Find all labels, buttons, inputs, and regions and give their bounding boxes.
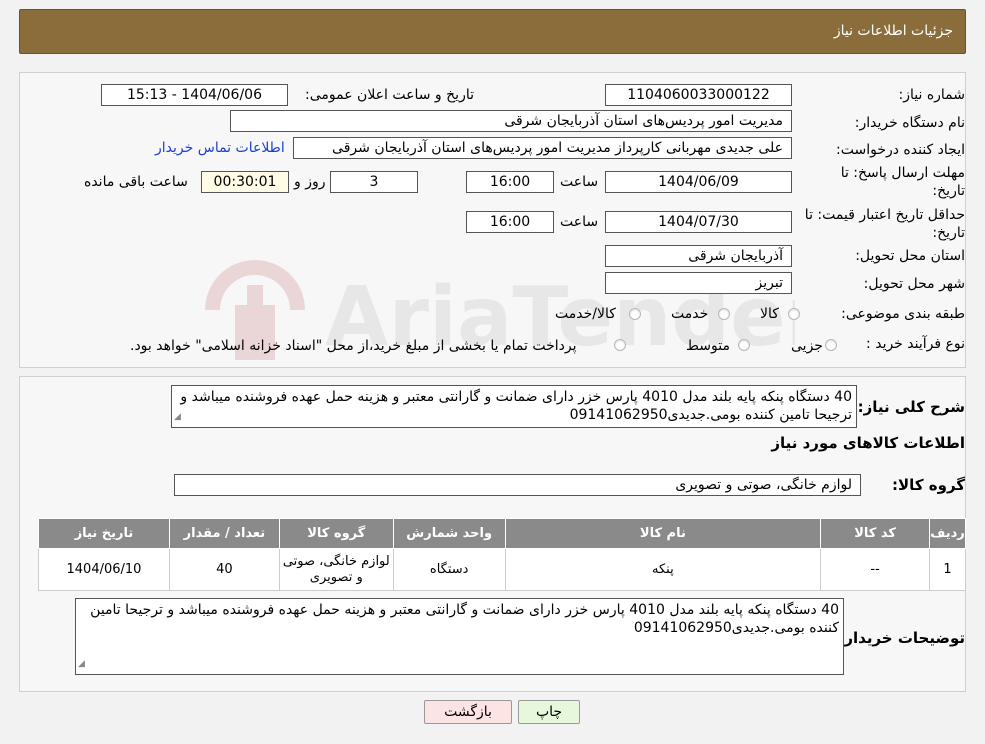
- deadline-label: مهلت ارسال پاسخ: تا: [840, 165, 965, 181]
- remaining-time-field: 00:30:01: [201, 171, 289, 193]
- validity-time-label: ساعت: [560, 214, 599, 230]
- goods-group-label: گروه کالا:: [892, 476, 965, 494]
- col-unit: واحد شمارش: [392, 518, 506, 549]
- deadline-time-label: ساعت: [560, 174, 599, 190]
- validity-label-2: تاریخ:: [932, 225, 965, 241]
- goods-section-title: اطلاعات کالاهای مورد نیاز: [771, 434, 965, 452]
- announce-field: 1404/06/06 - 15:13: [101, 84, 288, 106]
- buyer-org-label: نام دستگاه خریدار:: [854, 115, 965, 131]
- col-name: نام کالا: [504, 518, 822, 549]
- table-row: 1 -- پنکه دستگاه لوازم خانگی، صوتی و تصو…: [38, 548, 966, 591]
- items-table: ردیف کد کالا نام کالا واحد شمارش گروه کا…: [38, 518, 966, 591]
- buyer-notes-label: توضیحات خریدار:: [838, 629, 965, 647]
- buyer-notes-textarea[interactable]: 40 دستگاه پنکه پایه بلند مدل 4010 پارس خ…: [75, 598, 844, 675]
- cell-qty: 40: [168, 548, 280, 591]
- deadline-date-field: 1404/06/09: [605, 171, 792, 193]
- validity-label: حداقل تاریخ اعتبار قیمت: تا: [804, 207, 965, 223]
- items-table-wrap: ردیف کد کالا نام کالا واحد شمارش گروه کا…: [38, 518, 966, 591]
- cell-row: 1: [929, 548, 966, 591]
- need-number-field: 1104060033000122: [605, 84, 792, 106]
- page-title: جزئیات اطلاعات نیاز: [833, 23, 953, 39]
- col-group: گروه کالا: [278, 518, 394, 549]
- remaining-label: ساعت باقی مانده: [84, 174, 188, 190]
- announce-label: تاریخ و ساعت اعلان عمومی:: [305, 87, 474, 103]
- treasury-checkbox[interactable]: [614, 339, 626, 351]
- buyer-org-field: مدیریت امور پردیس‌های استان آذربایجان شر…: [230, 110, 792, 132]
- cell-date: 1404/06/10: [38, 548, 170, 591]
- col-code: کد کالا: [820, 518, 931, 549]
- goods-group-field: لوازم خانگی، صوتی و تصویری: [174, 474, 861, 496]
- page-header: جزئیات اطلاعات نیاز: [19, 9, 966, 54]
- category-option-service: خدمت: [671, 306, 709, 322]
- days-label: روز و: [294, 174, 326, 190]
- category-option-goods: کالا: [760, 306, 779, 322]
- back-button[interactable]: بازگشت: [424, 700, 512, 724]
- buyer-contact-link[interactable]: اطلاعات تماس خریدار: [155, 140, 285, 156]
- need-number-label: شماره نیاز:: [898, 87, 966, 103]
- province-label: استان محل تحویل:: [855, 248, 965, 264]
- description-label: شرح کلی نیاز:: [857, 398, 965, 416]
- category-label: طبقه بندی موضوعی:: [841, 306, 965, 322]
- city-field: تبریز: [605, 272, 792, 294]
- print-button[interactable]: چاپ: [518, 700, 580, 724]
- category-radio-both[interactable]: [629, 308, 641, 320]
- requester-field: علی جدیدی مهربانی کارپرداز مدیریت امور پ…: [293, 137, 792, 159]
- validity-time-field: 16:00: [466, 211, 554, 233]
- process-label: نوع فرآیند خرید :: [866, 336, 965, 352]
- cell-group: لوازم خانگی، صوتی و تصویری: [278, 548, 394, 591]
- days-field: 3: [330, 171, 418, 193]
- cell-code: --: [820, 548, 931, 591]
- col-date: تاریخ نیاز: [38, 518, 170, 549]
- process-option-minor: جزیی: [791, 338, 823, 354]
- process-radio-minor[interactable]: [825, 339, 837, 351]
- resize-grip-icon[interactable]: ◢: [78, 655, 85, 673]
- process-note: پرداخت تمام یا بخشی از مبلغ خرید،از محل …: [130, 338, 577, 354]
- province-field: آذربایجان شرقی: [605, 245, 792, 267]
- process-option-medium: متوسط: [686, 338, 730, 354]
- cell-unit: دستگاه: [392, 548, 506, 591]
- cell-name: پنکه: [504, 548, 822, 591]
- buyer-notes-text: 40 دستگاه پنکه پایه بلند مدل 4010 پارس خ…: [90, 602, 839, 636]
- validity-date-field: 1404/07/30: [605, 211, 792, 233]
- requester-label: ایجاد کننده درخواست:: [836, 142, 965, 158]
- category-radio-service[interactable]: [718, 308, 730, 320]
- city-label: شهر محل تحویل:: [863, 276, 965, 292]
- description-textarea[interactable]: 40 دستگاه پنکه پایه بلند مدل 4010 پارس خ…: [171, 385, 857, 428]
- category-option-both: کالا/خدمت: [555, 306, 616, 322]
- description-text: 40 دستگاه پنکه پایه بلند مدل 4010 پارس خ…: [180, 389, 852, 423]
- category-radio-goods[interactable]: [788, 308, 800, 320]
- col-row: ردیف: [929, 518, 966, 549]
- deadline-time-field: 16:00: [466, 171, 554, 193]
- deadline-label-2: تاریخ:: [932, 183, 965, 199]
- resize-grip-icon[interactable]: ◢: [174, 408, 181, 426]
- process-radio-medium[interactable]: [738, 339, 750, 351]
- col-qty: تعداد / مقدار: [168, 518, 280, 549]
